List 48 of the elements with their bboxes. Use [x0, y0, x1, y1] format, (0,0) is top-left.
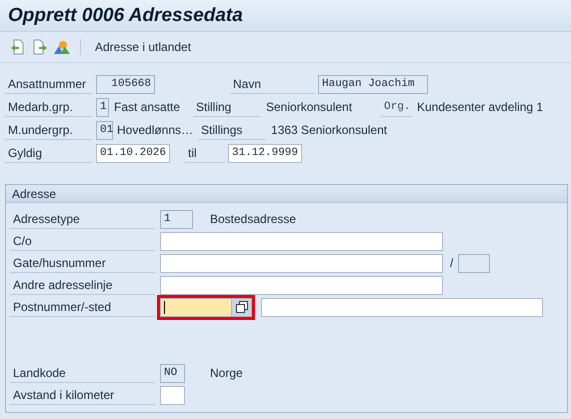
group-title: Adresse	[6, 185, 567, 203]
field-text: Fast ansatte	[114, 100, 182, 114]
field-label: Ansattnummer	[5, 74, 92, 94]
field-label: Stillings	[198, 120, 266, 140]
value-help-button[interactable]	[232, 298, 252, 316]
field-label: Gate/husnummer	[10, 253, 155, 273]
previous-document-icon[interactable]	[10, 39, 26, 55]
field-label: Avstand i kilometer	[10, 385, 155, 405]
field-text: 1363 Seniorkonsulent	[271, 123, 388, 137]
next-document-icon[interactable]	[32, 39, 48, 55]
field-text: Hovedlønns…	[117, 123, 194, 137]
copy-icon	[236, 301, 248, 313]
foreign-address-button[interactable]: Adresse i utlandet	[91, 38, 196, 56]
field-label: Andre adresselinje	[10, 275, 155, 295]
field-text: Kundesenter avdeling 1	[417, 100, 544, 114]
field-text: Seniorkonsulent	[266, 100, 354, 114]
input-field[interactable]	[458, 254, 490, 272]
text-cursor	[164, 300, 165, 314]
field-text: Norge	[210, 366, 243, 380]
input-field[interactable]	[160, 232, 443, 250]
input-field[interactable]	[160, 254, 443, 272]
input-field[interactable]: NO	[160, 364, 185, 382]
input-field[interactable]: Haugan Joachim	[318, 74, 428, 94]
input-field[interactable]: 105668	[96, 74, 155, 94]
field-label: M.undergrp.	[5, 120, 92, 140]
input-field[interactable]	[261, 298, 543, 316]
input-field[interactable]: 01	[96, 120, 113, 140]
input-field[interactable]: 1	[160, 210, 193, 228]
field-label: C/o	[10, 231, 155, 251]
field-label: Stilling	[193, 97, 261, 117]
field-label: Landkode	[10, 363, 155, 383]
field-label: Adressetype	[10, 209, 155, 229]
field-text: /	[450, 256, 454, 270]
input-field[interactable]	[160, 298, 232, 316]
field-label: Postnummer/-sted	[10, 297, 155, 317]
input-field[interactable]: 1	[96, 98, 109, 116]
input-field[interactable]	[160, 276, 443, 294]
window-title: Opprett 0006 Adressedata	[8, 4, 243, 26]
field-label: Gyldig	[5, 143, 92, 163]
input-field[interactable]: 01.10.2026	[96, 144, 170, 162]
field-label: Navn	[230, 74, 315, 94]
field-text: Bostedsadresse	[210, 212, 296, 226]
field-label: til	[185, 143, 225, 163]
field-label: Medarb.grp.	[5, 97, 92, 117]
field-label: Org.	[381, 97, 412, 117]
input-field[interactable]	[160, 386, 185, 404]
input-field[interactable]: 31.12.9999	[228, 144, 302, 162]
landscape-icon[interactable]	[54, 39, 70, 55]
